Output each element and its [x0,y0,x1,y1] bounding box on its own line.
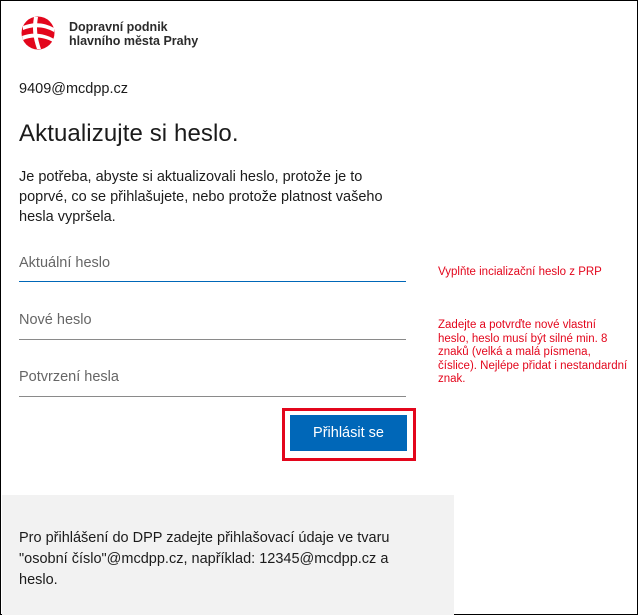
user-email: 9409@mcdpp.cz [19,81,129,97]
footer-text: Pro přihlášení do DPP zadejte přihlašova… [19,530,390,588]
brand-line-1: Dopravní podnik [69,20,168,34]
new-password-underline [19,339,406,340]
new-password-hint: Zadejte a potvrďte nové vlastní heslo, h… [438,319,628,385]
current-password-underline [19,281,406,282]
description-text: Je potřeba, abyste si aktualizovali hesl… [19,169,383,225]
current-password-hint: Vyplňte incializační heslo z PRP [438,266,602,278]
footer-panel: Pro přihlášení do DPP zadejte přihlašova… [2,495,454,615]
dpp-logo-icon [21,16,55,50]
current-password-input[interactable] [19,248,406,278]
brand-name: Dopravní podnik hlavního města Prahy [69,20,198,48]
brand-line-2: hlavního města Prahy [69,34,199,48]
login-window: Dopravní podnik hlavního města Prahy 940… [0,0,638,615]
submit-button[interactable]: Přihlásit se [290,415,407,451]
confirm-password-underline [19,396,406,397]
new-password-input[interactable] [19,305,406,335]
confirm-password-input[interactable] [19,362,406,392]
page-title: Aktualizujte si heslo. [19,120,239,147]
